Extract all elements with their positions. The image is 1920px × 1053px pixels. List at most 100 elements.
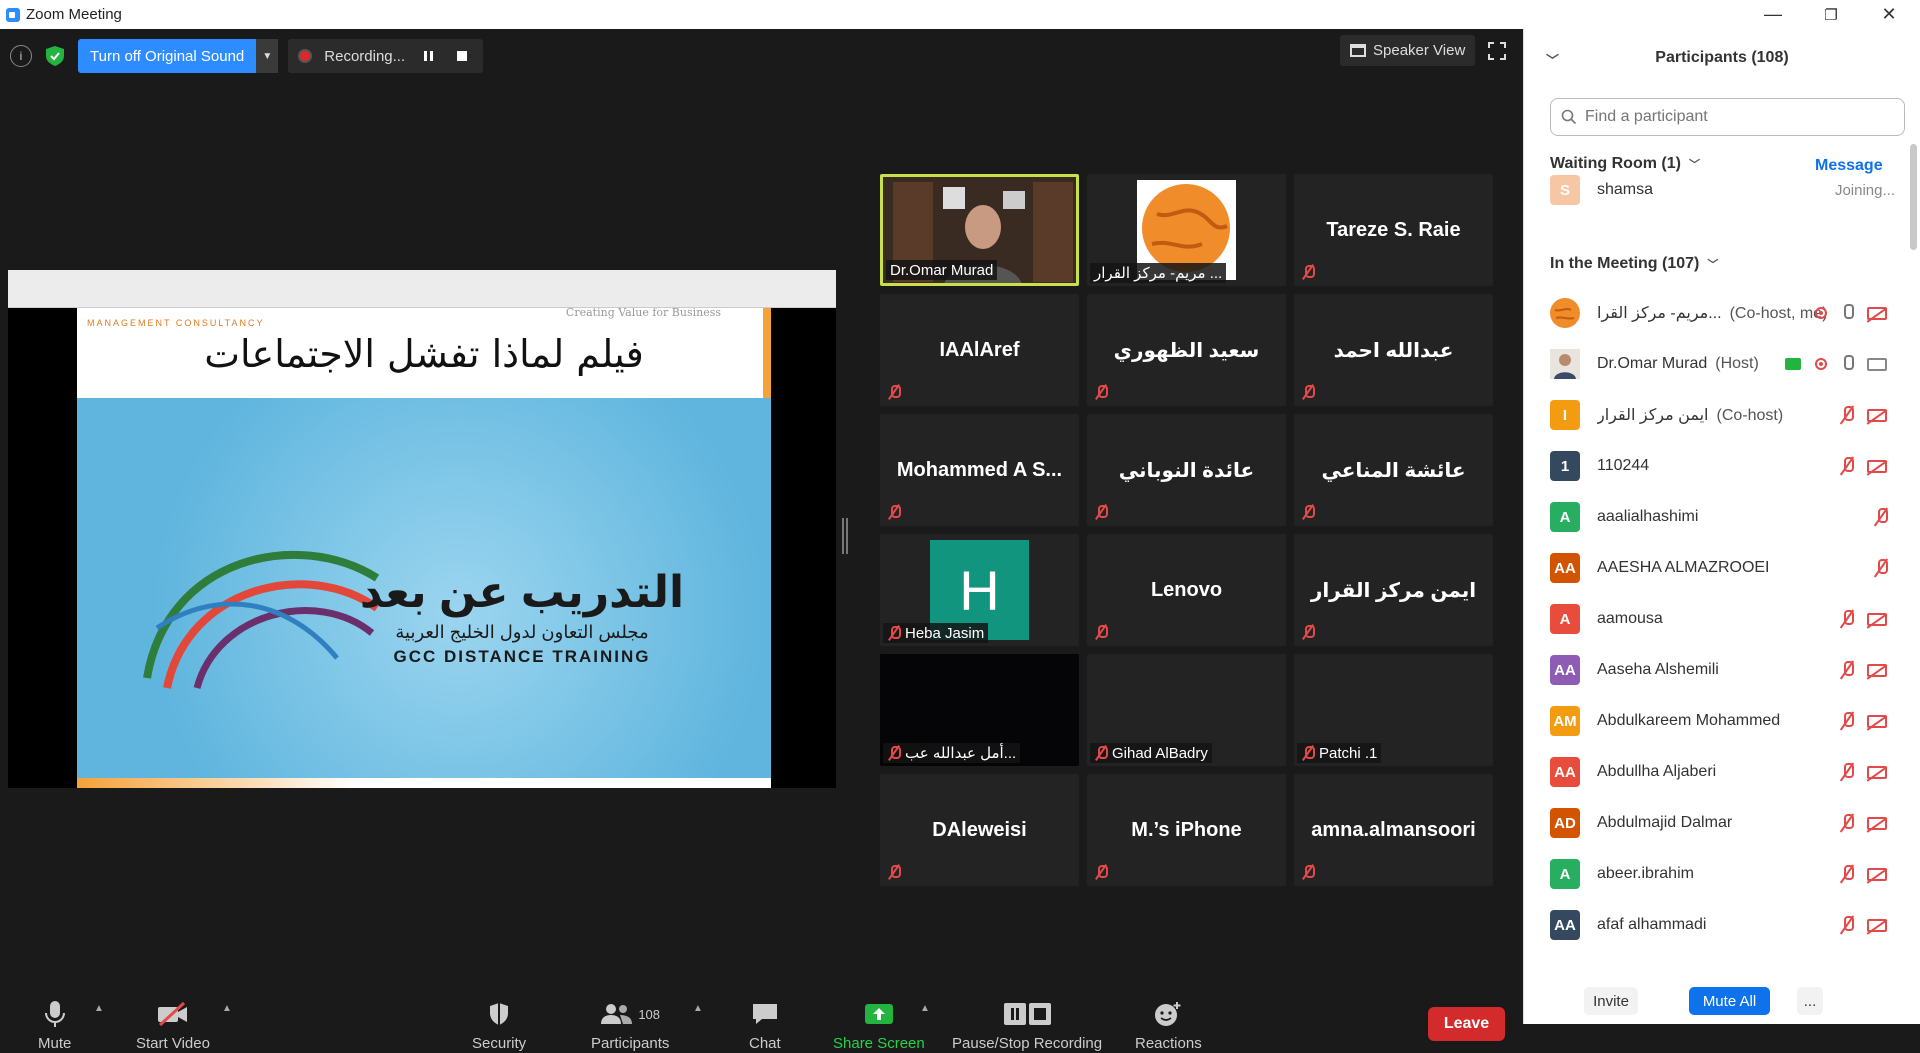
participant-row[interactable]: Dr.Omar Murad (Host) [1550, 344, 1895, 384]
waiting-participant-row[interactable]: Sshamsa Joining... [1550, 170, 1895, 210]
video-tile[interactable]: عائشة المناعي [1294, 414, 1493, 526]
video-tile[interactable]: عبدالله احمد [1294, 294, 1493, 406]
audio-options-caret[interactable]: ▲ [94, 1003, 104, 1014]
participant-row[interactable]: Aabeer.ibrahim [1550, 854, 1895, 894]
avatar: S [1550, 175, 1580, 205]
participant-row[interactable]: AA afaf alhammadi [1550, 905, 1895, 945]
video-tile[interactable]: Tareze S. Raie [1294, 174, 1493, 286]
share-options-caret[interactable]: ▲ [920, 1003, 930, 1014]
video-tile[interactable]: Gihad AlBadry [1087, 654, 1286, 766]
participant-status-icons [1841, 752, 1887, 792]
collapse-chevron-icon[interactable]: ﹀ [1546, 50, 1559, 69]
muted-mic-icon [1841, 712, 1854, 730]
participant-name: 110244 [1597, 457, 1650, 474]
more-options-button[interactable]: ... [1797, 987, 1823, 1015]
speaker-view-button[interactable]: Speaker View [1340, 35, 1476, 66]
participant-row[interactable]: Aaaalialhashimi [1550, 497, 1895, 537]
zoom-app-icon [6, 7, 20, 22]
camera-off-icon [1867, 459, 1887, 473]
participants-button[interactable]: 108 Participants [591, 997, 669, 1052]
participant-name-wrap: Abdulmajid Dalmar [1597, 814, 1732, 832]
video-tile[interactable]: أمل عبدالله عب... [880, 654, 1079, 766]
minimize-button[interactable]: — [1744, 0, 1802, 29]
participant-status-icons [1841, 854, 1887, 894]
slide-english-title: GCC DISTANCE TRAINING [393, 647, 651, 666]
fullscreen-icon[interactable] [1487, 41, 1507, 61]
participant-row[interactable]: AA AAESHA ALMAZROOEI [1550, 548, 1895, 588]
video-tile[interactable]: ايمن مركز القرار [1294, 534, 1493, 646]
video-tile[interactable]: amna.almansoori [1294, 774, 1493, 886]
pause-recording-button[interactable] [417, 45, 439, 67]
participant-name: afaf alhammadi [1597, 916, 1707, 933]
video-tile[interactable]: مريم- مركز القرار ... [1087, 174, 1286, 286]
share-screen-button[interactable]: Share Screen [833, 997, 925, 1052]
close-button[interactable]: ✕ [1860, 0, 1918, 29]
info-icon[interactable]: i [10, 45, 32, 67]
mute-all-button[interactable]: Mute All [1689, 987, 1770, 1015]
participant-name-wrap: aaalialhashimi [1597, 508, 1698, 526]
muted-mic-icon [1301, 864, 1315, 880]
in-meeting-label: In the Meeting (107) [1550, 255, 1700, 272]
tile-label-text: أمل عبدالله عب... [905, 745, 1017, 762]
participant-row[interactable]: Aaamousa [1550, 599, 1895, 639]
avatar: AA [1550, 757, 1580, 787]
video-tile[interactable]: Patchi .1 [1294, 654, 1493, 766]
participant-row[interactable]: AA Abdullha Aljaberi [1550, 752, 1895, 792]
video-tile[interactable]: عائدة النوباني [1087, 414, 1286, 526]
reactions-label: Reactions [1135, 1035, 1202, 1052]
restore-button[interactable]: ❐ [1802, 0, 1860, 29]
participant-list-scrollbar[interactable] [1910, 144, 1917, 250]
participant-row[interactable]: AA Aaseha Alshemili [1550, 650, 1895, 690]
start-video-button[interactable]: Start Video [136, 997, 210, 1052]
video-tile[interactable]: Lenovo [1087, 534, 1286, 646]
participant-name-wrap: abeer.ibrahim [1597, 865, 1694, 883]
video-tile[interactable]: DAleweisi [880, 774, 1079, 886]
reactions-button[interactable]: Reactions [1135, 997, 1202, 1052]
video-tile[interactable]: سعيد الظهوري [1087, 294, 1286, 406]
participant-search-input[interactable] [1585, 108, 1885, 126]
speaker-view-label: Speaker View [1373, 42, 1466, 59]
participant-row[interactable]: AD Abdulmajid Dalmar [1550, 803, 1895, 843]
encryption-shield-icon[interactable] [42, 43, 68, 69]
video-tile[interactable]: M.’s iPhone [1087, 774, 1286, 886]
security-button[interactable]: Security [472, 997, 526, 1052]
participant-row[interactable]: مريم- مركز القرا... (Co-host, me) [1550, 293, 1895, 333]
participants-options-caret[interactable]: ▲ [693, 1003, 703, 1014]
in-meeting-section[interactable]: In the Meeting (107) ﹀ [1550, 255, 1718, 273]
avatar: AD [1550, 808, 1580, 838]
tile-participant-name: عائدة النوباني [1118, 459, 1255, 482]
video-tile[interactable]: IAAlAref [880, 294, 1079, 406]
participant-row[interactable]: AM Abdulkareem Mohammed [1550, 701, 1895, 741]
recording-icon [1815, 307, 1827, 319]
mute-button[interactable]: Mute [38, 997, 71, 1052]
turn-off-original-sound-button[interactable]: Turn off Original Sound [78, 39, 257, 73]
video-tile[interactable]: H Heba Jasim [880, 534, 1079, 646]
original-sound-dropdown[interactable]: ▼ [256, 39, 279, 73]
leave-button[interactable]: Leave [1428, 1007, 1505, 1041]
camera-off-icon [1867, 663, 1887, 677]
participant-name: Dr.Omar Murad [1597, 355, 1708, 372]
participant-search[interactable] [1550, 98, 1905, 136]
participant-row[interactable]: I ايمن مركز القرار (Co-host) [1550, 395, 1895, 435]
camera-off-icon [1867, 765, 1887, 779]
participant-name: ايمن مركز القرار [1597, 407, 1709, 424]
split-view-divider[interactable] [842, 518, 848, 554]
pause-stop-recording-button[interactable]: Pause/Stop Recording [952, 997, 1102, 1052]
pause-stop-icon [1004, 1003, 1052, 1025]
start-video-label: Start Video [136, 1035, 210, 1052]
camera-off-icon [1867, 612, 1887, 626]
participant-name: aaalialhashimi [1597, 508, 1699, 525]
participant-role: (Co-host) [1716, 407, 1784, 424]
participant-row[interactable]: 1 110244 [1550, 446, 1895, 486]
participant-status-icons [1841, 599, 1887, 639]
video-options-caret[interactable]: ▲ [222, 1003, 232, 1014]
stop-recording-button[interactable] [451, 45, 473, 67]
chat-button[interactable]: Chat [749, 997, 781, 1052]
video-tile[interactable]: Mohammed A S... [880, 414, 1079, 526]
participant-status-icons [1875, 548, 1888, 588]
video-tile[interactable]: Dr.Omar Murad [880, 174, 1079, 286]
invite-button[interactable]: Invite [1584, 987, 1638, 1015]
muted-mic-icon [1841, 865, 1854, 883]
slide-tagline: Creating Value for Business [565, 308, 721, 319]
participants-title: Participants (108) [1655, 49, 1789, 66]
